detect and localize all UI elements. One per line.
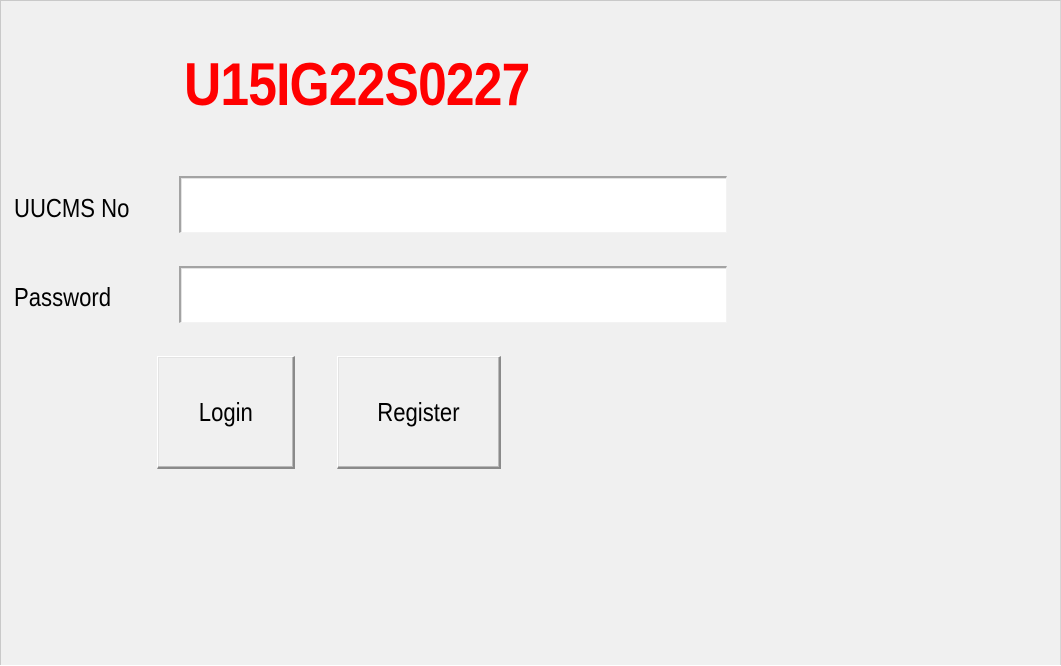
register-button[interactable]: Register xyxy=(337,356,501,469)
register-button-label: Register xyxy=(377,396,460,427)
password-input[interactable] xyxy=(179,266,727,323)
uucms-input[interactable] xyxy=(179,176,727,233)
login-window: U15IG22S0227 UUCMS No Password Login Reg… xyxy=(0,0,1061,665)
login-button-label: Login xyxy=(198,396,253,427)
uucms-label: UUCMS No xyxy=(14,193,130,223)
login-button[interactable]: Login xyxy=(157,356,295,469)
page-title: U15IG22S0227 xyxy=(184,51,530,118)
password-label: Password xyxy=(14,282,112,312)
